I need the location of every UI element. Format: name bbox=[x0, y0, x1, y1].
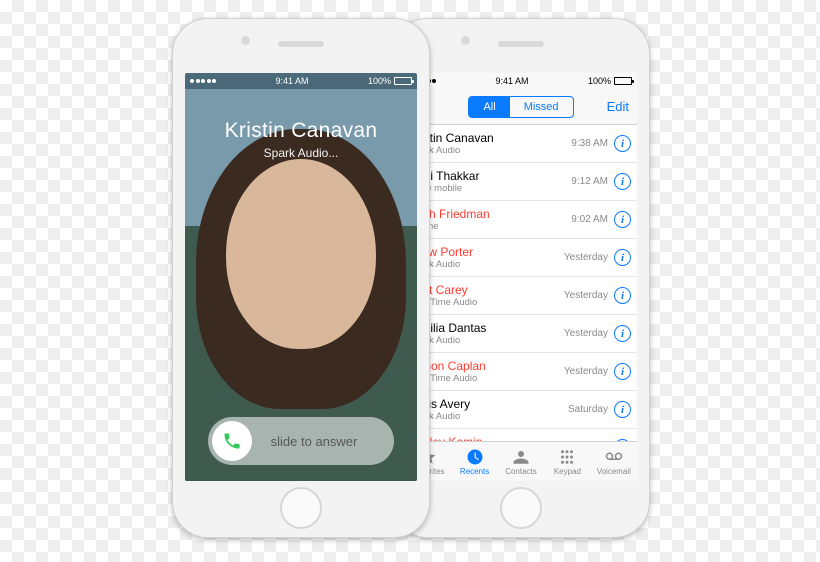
recents-time: Yesterday bbox=[564, 366, 608, 377]
info-icon[interactable]: i bbox=[614, 401, 631, 418]
recents-header: All Missed Edit bbox=[405, 89, 637, 125]
recents-sub: office mobile bbox=[409, 183, 571, 194]
recents-name: Ravi Thakkar bbox=[409, 169, 571, 183]
tab-keypad[interactable]: Keypad bbox=[544, 442, 590, 481]
recents-name: Zach Friedman bbox=[409, 207, 571, 221]
recents-row[interactable]: Cecilia DantasSpark AudioYesterday i bbox=[405, 315, 637, 353]
recents-name: Drew Porter bbox=[409, 245, 564, 259]
recents-row[interactable]: Drew PorterSpark AudioYesterday i bbox=[405, 239, 637, 277]
screen-recents: 9:41 AM 100% All Missed Edit Kristin Can… bbox=[405, 73, 637, 481]
signal-icon bbox=[190, 79, 216, 83]
info-icon[interactable]: i bbox=[614, 211, 631, 228]
home-button[interactable] bbox=[280, 487, 322, 529]
slide-to-answer[interactable]: slide to answer bbox=[208, 417, 394, 465]
battery-icon: 100% bbox=[368, 76, 412, 86]
recents-name: Allison Caplan bbox=[409, 359, 564, 373]
recents-sub: FaceTime Audio bbox=[409, 373, 564, 384]
recents-row[interactable]: Matt CareyFaceTime AudioYesterday i bbox=[405, 277, 637, 315]
edit-button[interactable]: Edit bbox=[607, 99, 629, 114]
tab-recents[interactable]: Recents bbox=[451, 442, 497, 481]
recents-row[interactable]: Ravi Thakkaroffice mobile9:12 AM i bbox=[405, 163, 637, 201]
recents-sub: FaceTime Audio bbox=[409, 297, 564, 308]
recents-time: Yesterday bbox=[564, 252, 608, 263]
recents-time: 9:12 AM bbox=[571, 176, 608, 187]
recents-name: Kristin Canavan bbox=[409, 131, 571, 145]
recents-row[interactable]: Ashley KaminSpark AudioSaturdayi bbox=[405, 429, 637, 441]
recents-sub: Spark Audio bbox=[409, 259, 564, 270]
tab-label: Voicemail bbox=[597, 467, 631, 476]
recents-sub: Spark Audio bbox=[409, 335, 564, 346]
caller-photo: Kristin Canavan Spark Audio... slide to … bbox=[185, 89, 417, 481]
segment-all[interactable]: All bbox=[469, 97, 509, 117]
answer-icon bbox=[212, 421, 252, 461]
phone-incoming-call: 9:41 AM 100% Kristin Canavan Spark Audio… bbox=[172, 18, 430, 538]
screen-incoming: 9:41 AM 100% Kristin Canavan Spark Audio… bbox=[185, 73, 417, 481]
info-icon[interactable]: i bbox=[614, 287, 631, 304]
recents-time: Saturday bbox=[568, 404, 608, 415]
recents-name: Matt Carey bbox=[409, 283, 564, 297]
recents-row[interactable]: Zach FriedmaniPhone9:02 AM i bbox=[405, 201, 637, 239]
status-bar: 9:41 AM 100% bbox=[405, 73, 637, 89]
info-icon[interactable]: i bbox=[614, 325, 631, 342]
tab-bar: FavoritesRecentsContactsKeypadVoicemail bbox=[405, 441, 637, 481]
recents-time: Yesterday bbox=[564, 290, 608, 301]
caller-name: Kristin Canavan bbox=[185, 119, 417, 143]
info-icon[interactable]: i bbox=[614, 135, 631, 152]
tab-label: Contacts bbox=[505, 467, 537, 476]
caller-source: Spark Audio... bbox=[185, 146, 417, 160]
recents-time: 9:02 AM bbox=[571, 214, 608, 225]
home-button[interactable] bbox=[500, 487, 542, 529]
tab-voicemail[interactable]: Voicemail bbox=[591, 442, 637, 481]
info-icon[interactable]: i bbox=[614, 363, 631, 380]
segment-missed[interactable]: Missed bbox=[510, 97, 573, 117]
status-time: 9:41 AM bbox=[275, 76, 308, 86]
recents-row[interactable]: Allison CaplanFaceTime AudioYesterday i bbox=[405, 353, 637, 391]
slide-label: slide to answer bbox=[252, 434, 390, 449]
recents-name: Cecilia Dantas bbox=[409, 321, 564, 335]
recents-time: Yesterday bbox=[564, 328, 608, 339]
recents-list[interactable]: Kristin CanavanSpark Audio9:38 AMiRavi T… bbox=[405, 125, 637, 441]
status-time: 9:41 AM bbox=[495, 76, 528, 86]
recents-time: 9:38 AM bbox=[571, 138, 608, 149]
recents-name: Chris Avery bbox=[409, 397, 568, 411]
battery-icon: 100% bbox=[588, 76, 632, 86]
recents-sub: Spark Audio bbox=[409, 145, 571, 156]
segment-control[interactable]: All Missed bbox=[468, 96, 573, 118]
info-icon[interactable]: i bbox=[614, 249, 631, 266]
recents-row[interactable]: Chris AverySpark AudioSaturday i bbox=[405, 391, 637, 429]
tab-contacts[interactable]: Contacts bbox=[498, 442, 544, 481]
tab-label: Recents bbox=[460, 467, 489, 476]
recents-sub: iPhone bbox=[409, 221, 571, 232]
info-icon[interactable]: i bbox=[614, 173, 631, 190]
recents-row[interactable]: Kristin CanavanSpark Audio9:38 AM i bbox=[405, 125, 637, 163]
recents-sub: Spark Audio bbox=[409, 411, 568, 422]
phone-recents: 9:41 AM 100% All Missed Edit Kristin Can… bbox=[392, 18, 650, 538]
tab-label: Keypad bbox=[554, 467, 581, 476]
status-bar: 9:41 AM 100% bbox=[185, 73, 417, 89]
